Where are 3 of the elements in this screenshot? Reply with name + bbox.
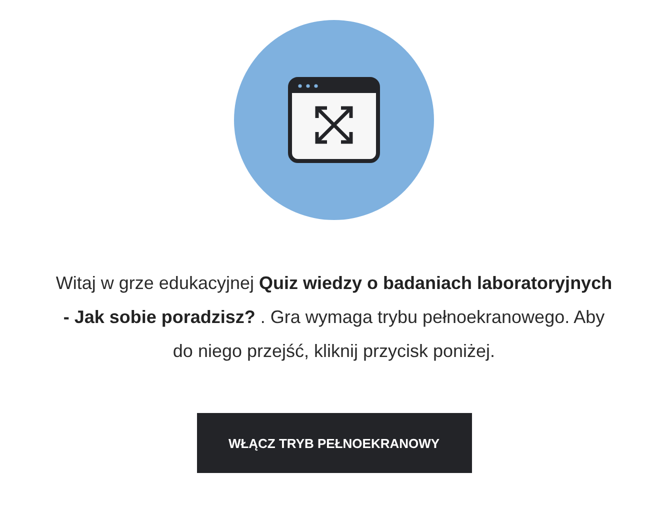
intro-text: Witaj w grze edukacyjnej Quiz wiedzy o badaniach laboratoryjnych - Jak sobie poradzisz? . Gra wymaga trybu pełnoekranowego. Aby do niego przejść, kliknij przycisk poniżej. [54, 272, 614, 363]
fullscreen-window-icon [288, 77, 380, 163]
fullscreen-button[interactable]: WŁĄCZ TRYB PEŁNOEKRANOWY [196, 413, 472, 473]
